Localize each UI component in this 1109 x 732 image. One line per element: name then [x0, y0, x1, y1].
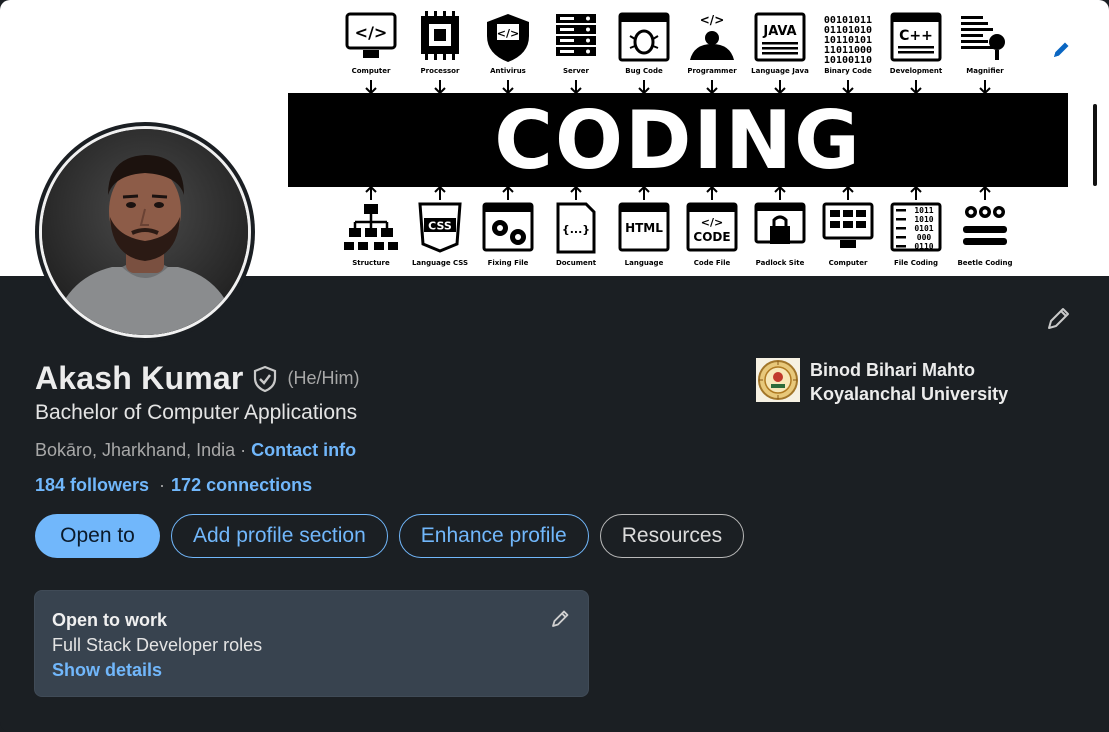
banner-icon-label: Language Java: [751, 67, 809, 75]
profile-actions: Open to Add profile section Enhance prof…: [35, 514, 755, 558]
svg-text:{...}: {...}: [562, 223, 590, 236]
svg-text:1010: 1010: [914, 215, 933, 224]
banner-icon-b1: CSS Language CSS: [412, 202, 468, 267]
banner-icon-b8: 1011101001010000110 File Coding: [890, 202, 942, 267]
school-name-line2: Koyalanchal University: [810, 384, 1009, 404]
banner-icon-label: Language CSS: [412, 259, 468, 267]
add-profile-section-button[interactable]: Add profile section: [171, 514, 388, 558]
banner-icon-5: </> Programmer: [687, 13, 737, 75]
enhance-profile-button[interactable]: Enhance profile: [398, 514, 589, 558]
banner-icon-label: Server: [563, 67, 590, 75]
name-row: Akash Kumar (He/Him): [35, 360, 360, 397]
banner-icon-3: Server: [556, 14, 596, 75]
open-to-work-title: Open to work: [52, 610, 168, 630]
edit-intro-button[interactable]: [1040, 301, 1076, 337]
banner-icon-label: Structure: [352, 259, 390, 267]
coding-title: CODING: [494, 94, 862, 187]
banner-icon-9: Magnifier: [961, 16, 1005, 75]
banner-icon-b9: Beetle Coding: [957, 206, 1013, 267]
svg-text:0110: 0110: [914, 242, 933, 251]
network-row: 184 followers · 172 connections: [35, 475, 312, 496]
profile-headline: Bachelor of Computer Applications: [35, 401, 358, 424]
banner-icon-label: Processor: [421, 67, 460, 75]
banner-icon-label: Language: [625, 259, 664, 267]
svg-text:</>: </>: [700, 13, 725, 27]
separator-dot: ·: [159, 475, 166, 495]
svg-text:CODE: CODE: [693, 230, 730, 244]
banner-icon-6: JAVA Language Java: [751, 12, 809, 75]
banner-scrollbar: [1093, 104, 1097, 186]
banner-icon-label: File Coding: [894, 259, 938, 267]
svg-text:0101: 0101: [914, 224, 933, 233]
verified-shield-icon[interactable]: [252, 365, 278, 393]
avatar[interactable]: [35, 122, 255, 342]
university-logo: [756, 358, 800, 402]
open-to-work-card: Open to work Full Stack Developer roles …: [34, 590, 589, 697]
banner-icon-label: Document: [556, 259, 597, 267]
contact-info-link[interactable]: Contact info: [251, 440, 356, 461]
location-row: Bokāro, Jharkhand, India · Contact info: [35, 440, 356, 461]
pronouns: (He/Him): [287, 368, 360, 388]
banner-icon-label: Bug Code: [625, 67, 663, 75]
svg-text:JAVA: JAVA: [762, 24, 796, 39]
education-school[interactable]: Binod Bihari Mahto Koyalanchal Universit…: [756, 358, 1008, 406]
edit-banner-button[interactable]: [1047, 36, 1075, 64]
separator-dot: ·: [240, 440, 247, 460]
school-name: Binod Bihari Mahto Koyalanchal Universit…: [810, 358, 1008, 406]
open-to-button[interactable]: Open to: [35, 514, 160, 558]
banner-icon-0: </> Computer: [345, 12, 397, 75]
svg-text:</>: </>: [701, 216, 723, 229]
banner-icon-label: Antivirus: [490, 67, 526, 75]
banner-icon-b7: Computer: [822, 202, 874, 267]
banner-icon-8: C++ Development: [890, 12, 943, 75]
followers-link[interactable]: 184 followers: [35, 475, 149, 496]
pencil-icon: [1048, 308, 1069, 329]
svg-text:000: 000: [917, 233, 932, 242]
profile-name: Akash Kumar: [35, 360, 244, 396]
banner-icon-label: Computer: [352, 67, 391, 75]
banner-icon-b6: Padlock Site: [754, 202, 806, 267]
school-name-line1: Binod Bihari Mahto: [810, 360, 975, 380]
banner-icon-label: Development: [890, 67, 943, 75]
resources-button[interactable]: Resources: [599, 514, 745, 558]
banner-icon-b2: Fixing File: [482, 202, 534, 267]
banner-icon-label: Magnifier: [966, 67, 1004, 75]
svg-text:1011: 1011: [914, 206, 933, 215]
svg-text:HTML: HTML: [625, 221, 663, 235]
banner-icon-2: </> Antivirus: [487, 14, 529, 75]
pencil-icon: [1054, 42, 1069, 57]
banner-icon-label: Beetle Coding: [957, 259, 1012, 267]
svg-text:</>: </>: [497, 27, 519, 40]
svg-text:10100110: 10100110: [824, 55, 872, 66]
banner-icon-1: Processor: [421, 11, 460, 75]
banner-icon-4: Bug Code: [618, 12, 670, 75]
banner-icon-label: Programmer: [687, 67, 737, 75]
banner-icon-b5: </>CODE Code File: [686, 202, 738, 267]
banner-icon-label: Code File: [694, 259, 731, 267]
banner-icon-b0: Structure: [344, 204, 398, 267]
banner-icon-7: 0010101101101010101101011101100010100110…: [824, 15, 872, 75]
svg-text:</>: </>: [355, 23, 388, 42]
svg-text:C++: C++: [899, 28, 933, 44]
location: Bokāro, Jharkhand, India: [35, 440, 236, 460]
banner-icon-label: Computer: [829, 259, 868, 267]
banner-icon-label: Binary Code: [824, 67, 872, 75]
banner-icon-label: Padlock Site: [756, 259, 805, 267]
banner-icon-b3: {...} Document: [556, 202, 597, 267]
profile-photo: [39, 126, 251, 338]
profile-card: CODING </> Computer Processor </> Antivirus Se…: [0, 0, 1109, 732]
open-to-work-roles: Full Stack Developer roles: [52, 635, 263, 655]
pencil-icon: [552, 610, 569, 627]
banner-icon-label: Fixing File: [488, 259, 529, 267]
banner-icon-b4: HTML Language: [618, 202, 670, 267]
show-details-link[interactable]: Show details: [52, 660, 162, 681]
connections-link[interactable]: 172 connections: [171, 475, 312, 496]
svg-text:CSS: CSS: [428, 220, 452, 233]
edit-open-to-work-button[interactable]: [548, 607, 572, 631]
